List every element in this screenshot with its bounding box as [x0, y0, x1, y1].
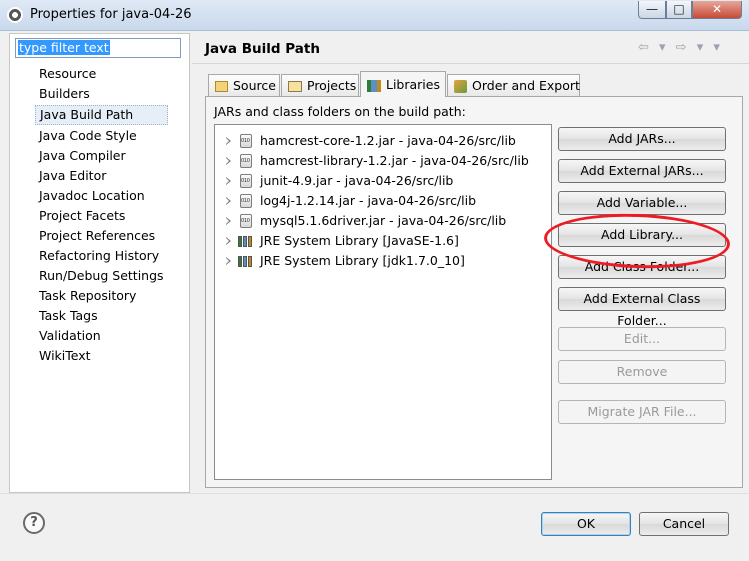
jar-icon [240, 214, 252, 228]
expand-arrow-icon[interactable] [226, 257, 231, 265]
nav-item[interactable]: Javadoc Location [35, 186, 168, 206]
nav-item[interactable]: Resource [35, 64, 168, 84]
title-bar: Properties for java-04-26 — □ ✕ [0, 0, 749, 31]
minimize-button[interactable]: — [638, 1, 666, 19]
eclipse-icon [7, 7, 23, 23]
library-icon [238, 235, 254, 247]
migrate-jar-button[interactable]: Migrate JAR File... [558, 400, 726, 424]
library-entry-label: hamcrest-core-1.2.jar - java-04-26/src/l… [260, 133, 516, 148]
tab-projects[interactable]: Projects [281, 74, 359, 96]
nav-item[interactable]: Task Tags [35, 306, 168, 326]
nav-item[interactable]: Project References [35, 226, 168, 246]
library-entry-label: JRE System Library [JavaSE-1.6] [260, 233, 459, 248]
nav-item[interactable]: Java Editor [35, 166, 168, 186]
expand-arrow-icon[interactable] [226, 197, 231, 205]
add-library-button[interactable]: Add Library... [558, 223, 726, 247]
maximize-button[interactable]: □ [666, 1, 692, 19]
expand-arrow-icon[interactable] [226, 157, 231, 165]
add-external-class-folder-button[interactable]: Add External Class Folder... [558, 287, 726, 328]
nav-item[interactable]: WikiText [35, 346, 168, 366]
history-nav-arrows[interactable]: ⇦ ▾ ⇨ ▾ ▾ [638, 40, 723, 55]
remove-button[interactable]: Remove [558, 360, 726, 384]
jar-icon [240, 134, 252, 148]
libraries-icon [367, 79, 381, 92]
build-path-label: JARs and class folders on the build path… [214, 104, 466, 119]
library-entry[interactable]: log4j-1.2.14.jar - java-04-26/src/lib [215, 191, 545, 211]
edit-button[interactable]: Edit... [558, 327, 726, 351]
header-divider [192, 63, 749, 64]
tab-source[interactable]: Source [208, 74, 280, 96]
library-entry-label: JRE System Library [jdk1.7.0_10] [260, 253, 465, 268]
add-jars-button[interactable]: Add JARs... [558, 127, 726, 151]
filter-input-text: type filter text [18, 40, 110, 55]
expand-arrow-icon[interactable] [226, 137, 231, 145]
nav-item[interactable]: Java Compiler [35, 146, 168, 166]
property-page-list: type filter text Resource Builders Java Bu… [9, 33, 190, 493]
add-external-jars-button[interactable]: Add External JARs... [558, 159, 726, 183]
library-entry-label: log4j-1.2.14.jar - java-04-26/src/lib [260, 193, 477, 208]
tab-order-label: Order and Export [472, 78, 580, 93]
nav-item[interactable]: Project Facets [35, 206, 168, 226]
window-title: Properties for java-04-26 [30, 7, 192, 22]
library-entry[interactable]: hamcrest-core-1.2.jar - java-04-26/src/l… [215, 131, 545, 151]
footer-divider [0, 493, 749, 494]
tab-projects-label: Projects [307, 78, 357, 93]
expand-arrow-icon[interactable] [226, 237, 231, 245]
nav-list: Resource Builders Java Build Path Java Code… [35, 64, 168, 366]
nav-item[interactable]: Java Build Path [35, 105, 168, 125]
help-icon[interactable]: ? [23, 512, 45, 534]
tab-source-label: Source [233, 78, 276, 93]
page-title: Java Build Path [205, 41, 320, 57]
library-entry[interactable]: JRE System Library [jdk1.7.0_10] [215, 251, 545, 271]
nav-item[interactable]: Builders [35, 84, 168, 104]
library-tree[interactable]: hamcrest-core-1.2.jar - java-04-26/src/l… [214, 124, 552, 480]
add-variable-button[interactable]: Add Variable... [558, 191, 726, 215]
source-folder-icon [215, 81, 228, 92]
library-entry[interactable]: hamcrest-library-1.2.jar - java-04-26/sr… [215, 151, 545, 171]
nav-item[interactable]: Task Repository [35, 286, 168, 306]
expand-arrow-icon[interactable] [226, 217, 231, 225]
library-entry[interactable]: junit-4.9.jar - java-04-26/src/lib [215, 171, 545, 191]
nav-item[interactable]: Java Code Style [35, 126, 168, 146]
library-entry-label: hamcrest-library-1.2.jar - java-04-26/sr… [260, 153, 529, 168]
order-export-icon [454, 80, 467, 93]
nav-item[interactable]: Refactoring History [35, 246, 168, 266]
library-entry[interactable]: mysql5.1.6driver.jar - java-04-26/src/li… [215, 211, 545, 231]
jar-icon [240, 154, 252, 168]
nav-item[interactable]: Validation [35, 326, 168, 346]
tab-order-and-export[interactable]: Order and Export [447, 74, 580, 96]
close-button[interactable]: ✕ [692, 1, 742, 19]
tab-libraries-label: Libraries [386, 77, 440, 92]
add-class-folder-button[interactable]: Add Class Folder... [558, 255, 726, 279]
expand-arrow-icon[interactable] [226, 177, 231, 185]
tab-libraries[interactable]: Libraries [360, 71, 446, 97]
library-icon [238, 255, 254, 267]
nav-item[interactable]: Run/Debug Settings [35, 266, 168, 286]
library-entry[interactable]: JRE System Library [JavaSE-1.6] [215, 231, 545, 251]
library-entry-label: mysql5.1.6driver.jar - java-04-26/src/li… [260, 213, 507, 228]
jar-icon [240, 174, 252, 188]
jar-icon [240, 194, 252, 208]
project-folder-icon [288, 81, 302, 92]
library-entry-label: junit-4.9.jar - java-04-26/src/lib [260, 173, 454, 188]
ok-button[interactable]: OK [541, 512, 631, 536]
filter-input[interactable]: type filter text [15, 38, 181, 58]
cancel-button[interactable]: Cancel [639, 512, 729, 536]
